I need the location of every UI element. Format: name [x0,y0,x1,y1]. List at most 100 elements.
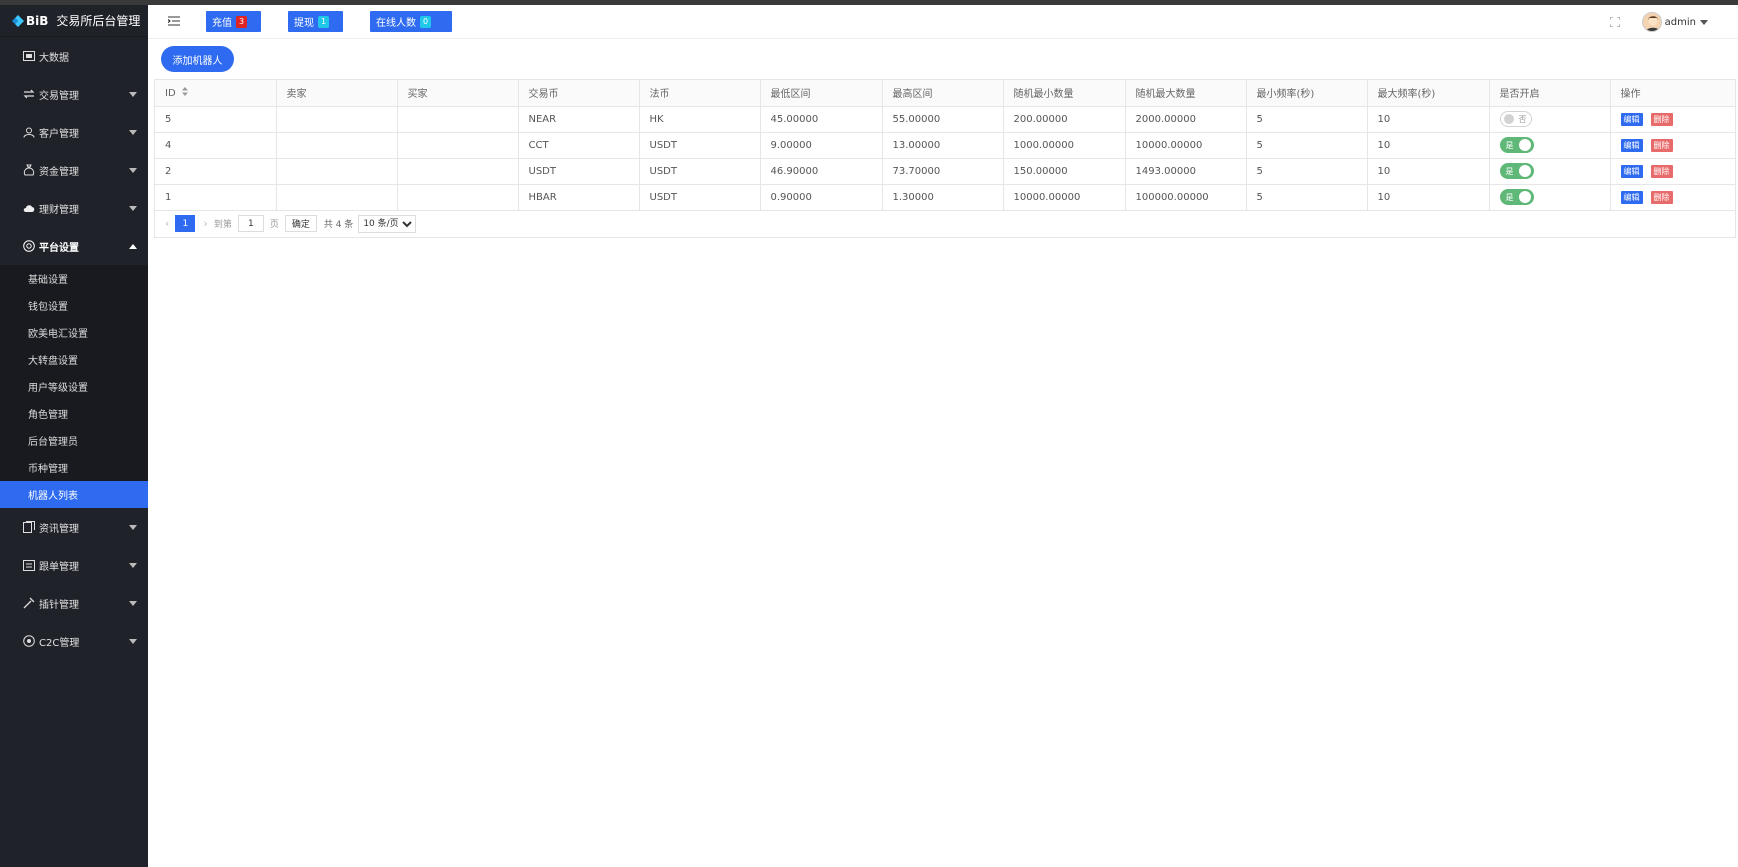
submenu-item-wheel[interactable]: 大转盘设置 [0,346,148,373]
submenu-item-roles[interactable]: 角色管理 [0,400,148,427]
cell-seller [276,184,398,211]
withdraw-count-badge: 1 [318,15,330,28]
enable-toggle[interactable]: 是 [1499,189,1534,205]
prev-page-icon[interactable]: ‹ [165,217,169,230]
sidebar-item-c2c[interactable]: C2C管理 [0,622,148,660]
submenu-item-wallet[interactable]: 钱包设置 [0,292,148,319]
edit-button[interactable]: 编辑 [1620,112,1643,126]
page-number-current[interactable]: 1 [175,215,196,232]
sidebar-item-customers[interactable]: 客户管理 [0,113,148,151]
username: admin [1664,16,1696,28]
cell-coin: USDT [518,158,640,185]
main-content: 添加机器人 ID 卖家 买家 交易币 法币 最低区间 最高区间 随机最小数量 随… [148,39,1738,867]
delete-button[interactable]: 删除 [1650,112,1673,126]
settings-circle-icon [22,240,35,253]
delete-button[interactable]: 删除 [1650,138,1673,152]
toggle-label: 是 [1505,192,1514,202]
chevron-down-icon [1700,19,1708,25]
dashboard-icon [22,50,35,63]
chevron-down-icon [129,601,137,606]
edit-button[interactable]: 编辑 [1620,164,1643,178]
cell-max-range: 55.00000 [882,106,1004,133]
online-users-button[interactable]: 在线人数 0 [370,11,452,32]
sidebar-item-dashboard[interactable]: 大数据 [0,37,148,75]
recharge-button[interactable]: 充值 3 [206,11,261,32]
delete-button[interactable]: 删除 [1650,190,1673,204]
column-header-id[interactable]: ID [155,80,277,107]
cell-max-range: 73.70000 [882,158,1004,185]
page-size-select[interactable]: 10 条/页 [358,214,417,233]
money-bag-icon [22,164,35,177]
cell-coin: CCT [518,132,640,159]
submenu-item-wire[interactable]: 欧美电汇设置 [0,319,148,346]
delete-button[interactable]: 删除 [1650,164,1673,178]
cell-actions: 编辑 删除 [1610,106,1735,133]
enable-toggle[interactable]: 是 [1499,163,1534,179]
sidebar-item-label: 跟单管理 [39,561,79,573]
user-menu[interactable]: admin [1641,12,1708,32]
page-jump-confirm-button[interactable]: 确定 [284,215,317,232]
cell-buyer [397,106,519,133]
sort-icon[interactable] [181,86,188,99]
brand-title: 交易所后台管理 [56,14,141,28]
users-icon [22,126,35,139]
chevron-up-icon [129,244,137,249]
table-row: 2 USDT USDT 46.90000 73.70000 150.00000 … [155,158,1735,185]
page-suffix: 页 [269,220,279,230]
sidebar-item-funds[interactable]: 资金管理 [0,151,148,189]
sidebar-item-label: 交易管理 [39,90,79,102]
submenu-item-robots[interactable]: 机器人列表 [0,481,148,508]
cell-rand-max-qty: 10000.00000 [1125,132,1247,159]
table-row: 5 NEAR HK 45.00000 55.00000 200.00000 20… [155,106,1735,133]
cell-fiat: USDT [639,184,761,211]
table-row: 4 CCT USDT 9.00000 13.00000 1000.00000 1… [155,132,1735,159]
cell-rand-max-qty: 100000.00000 [1125,184,1247,211]
sidebar-nav: 大数据 交易管理 客户管理 资金管理 理财管理 平台设置 [0,37,148,265]
toggle-knob [1503,114,1514,124]
sidebar-item-needle[interactable]: 插针管理 [0,584,148,622]
edit-button[interactable]: 编辑 [1620,190,1643,204]
cell-min-range: 9.00000 [760,132,883,159]
submenu-item-admins[interactable]: 后台管理员 [0,427,148,454]
sidebar-nav-lower: 资讯管理 跟单管理 插针管理 C2C管理 [0,508,148,660]
cell-actions: 编辑 删除 [1610,158,1735,185]
edit-button[interactable]: 编辑 [1620,138,1643,152]
brand-logo-text: BiB [26,13,49,28]
platform-settings-submenu: 基础设置 钱包设置 欧美电汇设置 大转盘设置 用户等级设置 角色管理 后台管理员… [0,265,148,508]
cell-min-range: 0.90000 [760,184,883,211]
sidebar-item-platform-settings[interactable]: 平台设置 [0,227,148,265]
cell-actions: 编辑 删除 [1610,132,1735,159]
cell-min-range: 46.90000 [760,158,883,185]
sidebar-item-copy-trade[interactable]: 跟单管理 [0,546,148,584]
brand-logo: BiB [12,14,48,28]
sidebar-item-trade[interactable]: 交易管理 [0,75,148,113]
column-header-max-range: 最高区间 [882,80,1004,107]
cell-min-freq: 5 [1246,132,1368,159]
cell-fiat: USDT [639,132,761,159]
sidebar-item-label: 资金管理 [39,166,79,178]
exchange-icon [22,88,35,101]
withdraw-button[interactable]: 提现 1 [288,11,343,32]
pagination: ‹ 1 › 到第 页 确定 共 4 条 10 条/页 [155,211,1735,237]
page-jump-input[interactable] [237,215,264,232]
online-users-label: 在线人数 [376,18,416,29]
cell-enabled: 是 [1489,158,1611,185]
toggle-label: 是 [1505,166,1514,176]
enable-toggle[interactable]: 是 [1499,137,1534,153]
submenu-item-basic[interactable]: 基础设置 [0,265,148,292]
cell-buyer [397,132,519,159]
toggle-knob [1518,165,1531,177]
online-users-count-badge: 0 [420,15,432,28]
sidebar-item-wealth[interactable]: 理财管理 [0,189,148,227]
enable-toggle[interactable]: 否 [1499,111,1532,127]
submenu-item-coins[interactable]: 币种管理 [0,454,148,481]
sidebar-item-news[interactable]: 资讯管理 [0,508,148,546]
add-robot-button[interactable]: 添加机器人 [161,46,234,72]
cell-fiat: HK [639,106,761,133]
fullscreen-icon[interactable] [1609,16,1621,28]
next-page-icon[interactable]: › [203,217,207,230]
submenu-item-user-level[interactable]: 用户等级设置 [0,373,148,400]
menu-toggle-icon[interactable] [167,16,180,26]
cell-enabled: 是 [1489,184,1611,211]
chevron-down-icon [129,130,137,135]
